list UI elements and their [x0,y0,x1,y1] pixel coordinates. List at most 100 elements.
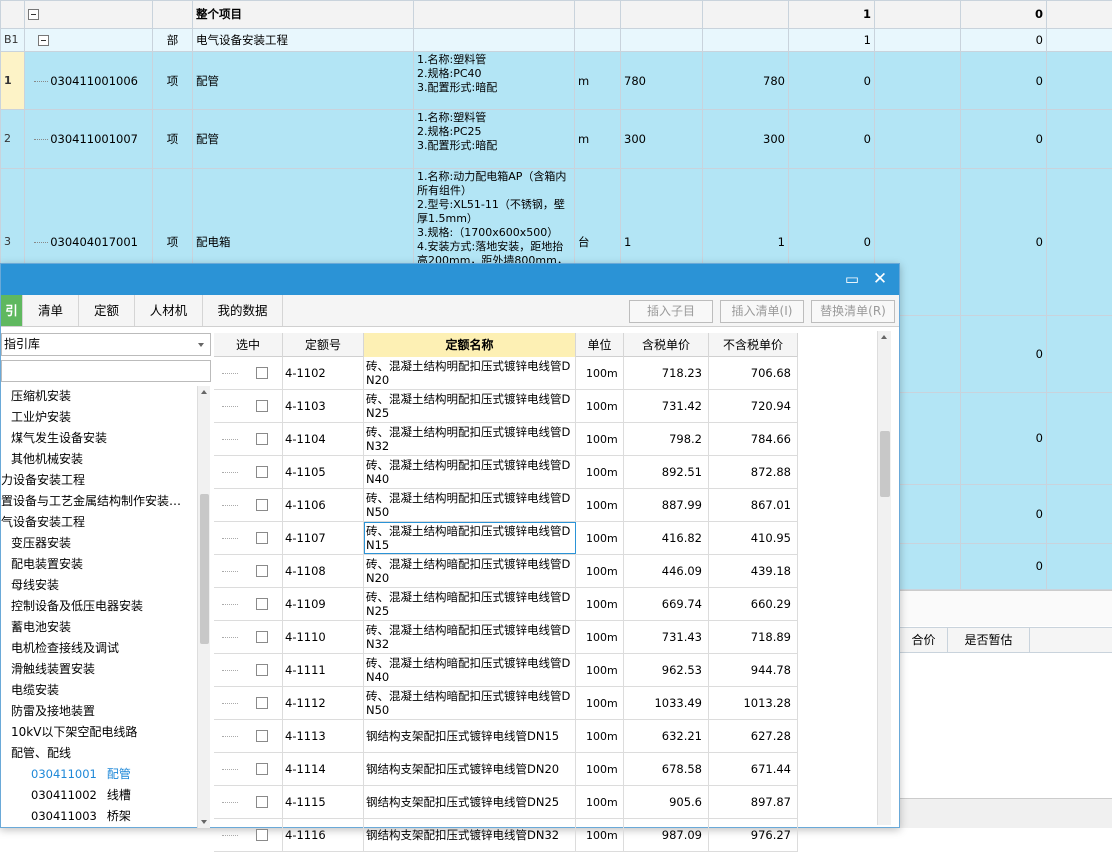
library-search-input[interactable] [1,360,211,382]
tree-item[interactable]: 力设备安装工程 [1,470,85,491]
tree-item[interactable]: 压缩机安装 [1,386,71,407]
select-cell[interactable] [214,423,283,455]
quota-row[interactable]: 4-1103砖、混凝土结构明配扣压式镀锌电线管DN25100m731.42720… [214,390,798,423]
quota-row[interactable]: 4-1111砖、混凝土结构暗配扣压式镀锌电线管DN40100m962.53944… [214,654,798,687]
col-price[interactable]: 合价 [900,628,948,652]
select-cell[interactable] [214,390,283,422]
select-cell[interactable] [214,786,283,818]
tree-item[interactable]: 配电装置安装 [1,554,83,575]
tree-item[interactable]: 滑触线装置安装 [1,659,95,680]
library-select[interactable]: 指引库 [1,333,211,356]
quota-row[interactable]: 4-1109砖、混凝土结构暗配扣压式镀锌电线管DN25100m669.74660… [214,588,798,621]
quota-row[interactable]: 4-1115钢结构支架配扣压式镀锌电线管DN25100m905.6897.87 [214,786,798,819]
grid-scrollbar[interactable] [877,331,891,825]
tree-item[interactable]: 煤气发生设备安装 [1,428,107,449]
select-cell[interactable] [214,555,283,587]
select-checkbox[interactable] [256,466,268,478]
select-cell[interactable] [214,357,283,389]
tree-item[interactable]: 气设备安装工程 [1,512,85,533]
replace-list-button[interactable]: 替换清单(R) [811,300,895,323]
quota-row[interactable]: 4-1107砖、混凝土结构暗配扣压式镀锌电线管DN15100m416.82410… [214,522,798,555]
col-price-tax[interactable]: 含税单价 [624,333,709,357]
collapse-icon[interactable] [38,35,49,46]
select-checkbox[interactable] [256,400,268,412]
select-checkbox[interactable] [256,532,268,544]
tab-materials[interactable]: 人材机 [135,295,203,326]
bill-row[interactable]: 2030411001007项配管1.名称:塑料管2.规格:PC253.配置形式:… [1,110,1112,169]
select-cell[interactable] [214,489,283,521]
quota-row[interactable]: 4-1105砖、混凝土结构明配扣压式镀锌电线管DN40100m892.51872… [214,456,798,489]
quota-row[interactable]: 4-1116钢结构支架配扣压式镀锌电线管DN32100m987.09976.27 [214,819,798,852]
select-checkbox[interactable] [256,631,268,643]
project-row[interactable]: 整个项目 1 0 [1,1,1112,29]
select-cell[interactable] [214,522,283,554]
quota-row[interactable]: 4-1113钢结构支架配扣压式镀锌电线管DN15100m632.21627.28 [214,720,798,753]
col-code[interactable]: 定额号 [283,333,364,357]
quota-row[interactable]: 4-1106砖、混凝土结构明配扣压式镀锌电线管DN50100m887.99867… [214,489,798,522]
select-cell[interactable] [214,621,283,653]
collapse-icon[interactable] [28,9,39,20]
tree-item[interactable]: 控制设备及低压电器安装 [1,596,143,617]
tab-my-data[interactable]: 我的数据 [203,295,283,326]
select-checkbox[interactable] [256,565,268,577]
select-checkbox[interactable] [256,697,268,709]
select-checkbox[interactable] [256,367,268,379]
scroll-up-icon[interactable] [201,390,207,394]
tree-item[interactable]: 其他机械安装 [1,449,83,470]
tree-item[interactable]: 防雷及接地装置 [1,701,95,722]
tree-item[interactable]: 电缆安装 [1,680,59,701]
select-checkbox[interactable] [256,433,268,445]
select-cell[interactable] [214,687,283,719]
col-price-notax[interactable]: 不含税单价 [709,333,798,357]
quota-row[interactable]: 4-1102砖、混凝土结构明配扣压式镀锌电线管DN20100m718.23706… [214,357,798,390]
insert-child-button[interactable]: 插入子目 [629,300,713,323]
select-checkbox[interactable] [256,796,268,808]
select-checkbox[interactable] [256,829,268,841]
tree-item[interactable]: 030411001配管 [1,764,131,785]
select-cell[interactable] [214,588,283,620]
insert-list-button[interactable]: 插入清单(I) [720,300,804,323]
tree-scrollbar[interactable] [197,386,210,828]
select-checkbox[interactable] [256,598,268,610]
tree-item[interactable]: 030411002线槽 [1,785,131,806]
scroll-thumb[interactable] [880,431,890,497]
select-checkbox[interactable] [256,499,268,511]
maximize-icon[interactable]: ▭ [841,269,863,289]
select-checkbox[interactable] [256,763,268,775]
col-name[interactable]: 定额名称 [364,333,576,357]
tree-item[interactable]: 蓄电池安装 [1,617,71,638]
tree-item[interactable]: 工业炉安装 [1,407,71,428]
scroll-thumb[interactable] [200,494,209,644]
tab-list[interactable]: 清单 [23,295,79,326]
tree-item[interactable]: 配管、配线 [1,743,71,764]
tree-item[interactable]: 变压器安装 [1,533,71,554]
scroll-down-icon[interactable] [201,820,207,824]
tree-item[interactable]: 置设备与工艺金属结构制作安装… [1,491,181,512]
select-cell[interactable] [214,456,283,488]
close-icon[interactable]: ✕ [869,269,891,289]
scroll-up-icon[interactable] [881,335,887,339]
dialog-title-bar[interactable]: ▭ ✕ [1,264,899,295]
section-row[interactable]: B1 部 电气设备安装工程 1 0 [1,28,1112,52]
quota-row[interactable]: 4-1104砖、混凝土结构明配扣压式镀锌电线管DN32100m798.2784.… [214,423,798,456]
tree-item[interactable]: 电机检查接线及调试 [1,638,119,659]
quota-row[interactable]: 4-1110砖、混凝土结构暗配扣压式镀锌电线管DN32100m731.43718… [214,621,798,654]
tree-item[interactable]: 母线安装 [1,575,59,596]
tab-guide[interactable]: 引 [1,295,23,326]
quota-row[interactable]: 4-1114钢结构支架配扣压式镀锌电线管DN20100m678.58671.44 [214,753,798,786]
col-unit[interactable]: 单位 [576,333,624,357]
col-select[interactable]: 选中 [214,333,283,357]
select-cell[interactable] [214,753,283,785]
quota-row[interactable]: 4-1108砖、混凝土结构暗配扣压式镀锌电线管DN20100m446.09439… [214,555,798,588]
tree-item[interactable]: 030411003桥架 [1,806,131,827]
select-cell[interactable] [214,720,283,752]
bill-row[interactable]: 1030411001006项配管1.名称:塑料管2.规格:PC403.配置形式:… [1,52,1112,110]
tab-quota[interactable]: 定额 [79,295,135,326]
quota-row[interactable]: 4-1112砖、混凝土结构暗配扣压式镀锌电线管DN50100m1033.4910… [214,687,798,720]
col-estimate[interactable]: 是否暂估 [948,628,1030,652]
tree-item[interactable]: 10kV以下架空配电线路 [1,722,137,743]
select-checkbox[interactable] [256,730,268,742]
select-cell[interactable] [214,654,283,686]
select-checkbox[interactable] [256,664,268,676]
select-cell[interactable] [214,819,283,851]
